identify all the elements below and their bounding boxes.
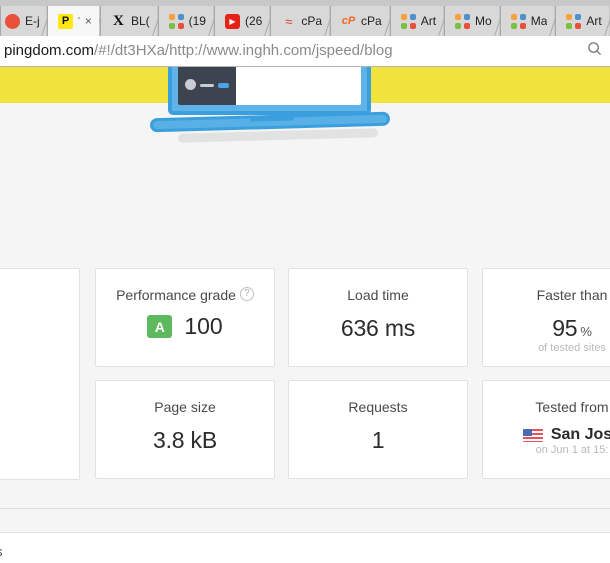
laptop-sidebar-line	[200, 84, 214, 87]
dot-icon	[5, 13, 20, 29]
tab-label: Art	[420, 14, 437, 28]
tested-from-timestamp: on Jun 1 at 15:	[535, 444, 609, 456]
list-item-label: s	[0, 544, 3, 559]
card-faster-than: Faster than 95% of tested sites	[482, 268, 610, 367]
x-logo-icon: X	[113, 12, 124, 29]
tab-label: '	[78, 15, 80, 27]
browser-tab[interactable]: cP cPa	[330, 6, 389, 36]
list-header	[0, 509, 610, 533]
card-title: Tested from	[535, 399, 609, 415]
browser-tab-active[interactable]: P ' ×	[47, 6, 99, 36]
laptop-screen-inner	[178, 67, 361, 105]
tab-label: (26	[244, 14, 263, 28]
browser-tab[interactable]: E-j	[0, 6, 46, 36]
card-title: Page size	[154, 399, 216, 415]
cpanel-orange-icon: cP	[341, 15, 356, 27]
tab-label: cPa	[301, 14, 322, 28]
bottom-list-section: s caching	[0, 508, 610, 563]
tested-from-row: San Jose	[483, 426, 610, 444]
browser-tab[interactable]: Mo	[444, 6, 499, 36]
card-page-size: Page size 3.8 kB	[95, 380, 275, 479]
magnifier-icon[interactable]	[579, 41, 602, 60]
joomla-icon	[566, 13, 582, 29]
laptop-sidebar-accent	[218, 83, 229, 88]
browser-tab[interactable]: ▶ (26	[213, 6, 270, 36]
laptop-sidebar-dot	[185, 79, 196, 90]
page-size-value: 3.8 kB	[152, 427, 217, 453]
joomla-icon	[455, 13, 471, 29]
card-partial-offscreen	[0, 268, 80, 480]
tab-label: Ma	[530, 14, 548, 28]
card-title: Requests	[348, 399, 408, 415]
tab-label: Art	[586, 14, 602, 28]
browser-tab[interactable]: Art	[389, 6, 444, 36]
cpanel-red-icon: ≈	[285, 13, 293, 29]
card-performance-grade: Performance grade? A 100	[95, 268, 275, 367]
question-mark-icon[interactable]: ?	[239, 287, 254, 301]
tested-from-city: San Jose	[550, 426, 610, 443]
percent-unit: %	[580, 324, 592, 339]
browser-tab[interactable]: (19	[157, 6, 213, 36]
browser-tab[interactable]: X BL(	[99, 6, 157, 36]
browser-chrome: E-j P ' × X BL( (19 ▶ (26 ≈ cPa cP cPa A…	[0, 0, 610, 67]
card-tested-from: Tested from San Jose on Jun 1 at 15:	[482, 380, 610, 479]
browser-tab[interactable]: Ma	[499, 6, 555, 36]
summary-cards: Performance grade? A 100 Load time 636 m…	[0, 103, 610, 480]
requests-value: 1	[371, 427, 385, 453]
us-flag-icon	[522, 428, 543, 442]
card-title: Performance grade?	[96, 287, 274, 303]
performance-grade-label: Performance grade	[116, 287, 236, 303]
tab-label: Mo	[475, 14, 492, 28]
url-path: /#!/dt3HXa/http://www.inghh.com/jspeed/b…	[94, 42, 393, 59]
faster-than-value: 95%	[483, 315, 610, 342]
joomla-icon	[400, 13, 416, 29]
performance-score: 100	[184, 313, 223, 339]
browser-tab[interactable]: Art	[555, 6, 609, 36]
tab-strip[interactable]: E-j P ' × X BL( (19 ▶ (26 ≈ cPa cP cPa A…	[0, 0, 610, 36]
joomla-icon	[510, 13, 526, 29]
faster-than-number: 95	[552, 315, 578, 341]
card-title: Faster than	[536, 287, 608, 303]
status-badge: A	[147, 315, 173, 338]
omnibox-row: pingdom.com/#!/dt3HXa/http://www.inghh.c…	[0, 35, 610, 66]
tab-label: E-j	[25, 14, 39, 28]
tab-label: BL(	[130, 14, 150, 28]
youtube-icon: ▶	[224, 13, 240, 29]
address-bar[interactable]: pingdom.com/#!/dt3HXa/http://www.inghh.c…	[0, 35, 610, 66]
list-item[interactable]: s	[0, 533, 610, 563]
tab-label: (19	[188, 14, 206, 28]
joomla-icon	[168, 13, 184, 29]
close-icon[interactable]: ×	[85, 14, 92, 28]
browser-tab[interactable]: ≈ cPa	[270, 6, 329, 36]
pingdom-p-icon: P	[58, 13, 73, 29]
card-title: Load time	[347, 287, 409, 303]
faster-than-sub: of tested sites	[538, 342, 606, 354]
grade-row: A 100	[96, 313, 274, 340]
page-content: Performance grade? A 100 Load time 636 m…	[0, 67, 610, 563]
load-time-value: 636 ms	[340, 315, 416, 341]
tab-label: cPa	[361, 14, 382, 28]
card-requests: Requests 1	[288, 380, 468, 479]
card-load-time: Load time 636 ms	[288, 268, 468, 367]
url-domain: pingdom.com	[4, 42, 95, 59]
